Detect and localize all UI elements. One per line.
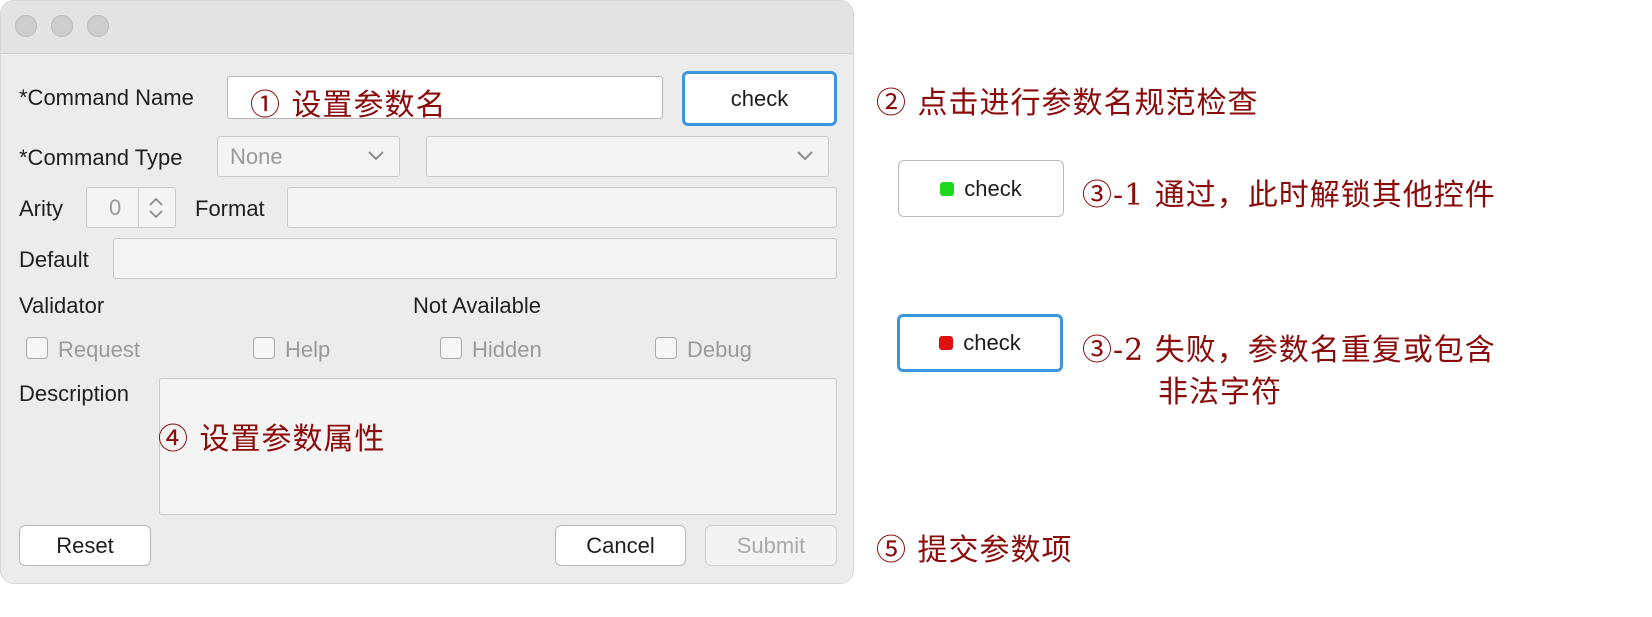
arity-stepper[interactable]: 0 <box>86 187 176 228</box>
debug-checkbox-label: Debug <box>687 337 752 362</box>
check-fail-example-button[interactable]: check <box>897 314 1063 372</box>
reset-button[interactable]: Reset <box>19 525 151 566</box>
close-window-button[interactable] <box>15 15 37 37</box>
step5-annotation: ⑤ 提交参数项 <box>876 533 1073 568</box>
format-input[interactable] <box>287 187 837 228</box>
reset-button-label: Reset <box>56 532 114 558</box>
minimize-window-button[interactable] <box>51 15 73 37</box>
not-available-label: Not Available <box>413 293 542 318</box>
cancel-button[interactable]: Cancel <box>555 525 686 566</box>
chevron-down-icon <box>368 151 384 161</box>
failure-indicator-icon <box>939 336 954 350</box>
command-name-label: *Command Name <box>19 85 194 110</box>
default-label: Default <box>19 247 89 272</box>
description-annotation: ④ 设置参数属性 <box>158 422 386 457</box>
cancel-button-label: Cancel <box>586 532 655 558</box>
arity-label: Arity <box>19 196 63 221</box>
command-subtype-select[interactable] <box>426 136 829 177</box>
step3-2-annotation: ③-2 失败，参数名重复或包含 <box>1082 333 1496 368</box>
zoom-window-button[interactable] <box>87 15 109 37</box>
success-indicator-icon <box>940 181 955 196</box>
description-label: Description <box>19 381 130 406</box>
submit-button[interactable]: Submit <box>705 525 837 566</box>
hidden-checkbox[interactable] <box>440 337 462 359</box>
stepper-divider <box>138 188 139 227</box>
command-name-annotation: ① 设置参数名 <box>250 88 447 123</box>
arity-value: 0 <box>109 195 122 220</box>
request-checkbox[interactable] <box>26 337 48 359</box>
command-name-input[interactable]: ① 设置参数名 <box>227 76 663 123</box>
step3-2-annotation-line2: 非法字符 <box>1158 375 1282 410</box>
help-checkbox-label: Help <box>285 337 331 362</box>
request-checkbox-label: Request <box>58 337 140 362</box>
check-pass-example-label: check <box>964 175 1022 201</box>
debug-checkbox[interactable] <box>655 337 677 359</box>
check-button-label: check <box>730 85 789 111</box>
help-checkbox[interactable] <box>253 337 275 359</box>
command-type-select[interactable]: None <box>217 136 400 177</box>
chevron-down-icon <box>797 151 813 161</box>
title-bar <box>1 1 853 54</box>
command-type-value: None <box>230 144 283 169</box>
step2-annotation: ② 点击进行参数名规范检查 <box>876 86 1259 121</box>
submit-button-label: Submit <box>736 532 806 558</box>
step3-1-annotation: ③-1 通过，此时解锁其他控件 <box>1082 178 1496 213</box>
check-pass-example-button[interactable]: check <box>898 160 1064 217</box>
check-button[interactable]: check <box>682 71 837 126</box>
validator-label: Validator <box>19 293 105 318</box>
dialog-window: *Command Name ① 设置参数名 check *Command Typ… <box>0 0 854 584</box>
command-type-label: *Command Type <box>19 145 183 170</box>
check-fail-example-label: check <box>963 330 1021 355</box>
stepper-arrows-icon[interactable] <box>145 194 167 222</box>
hidden-checkbox-label: Hidden <box>472 337 542 362</box>
format-label: Format <box>195 196 265 221</box>
default-input[interactable] <box>113 238 837 279</box>
